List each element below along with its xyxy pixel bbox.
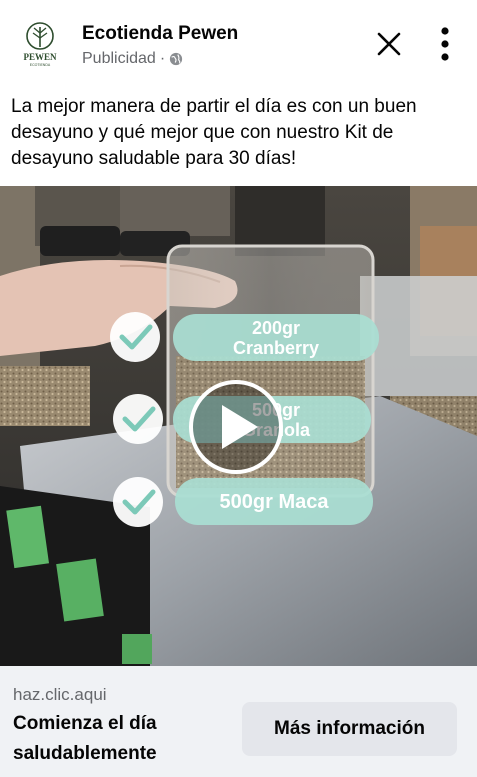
globe-icon: [170, 52, 183, 66]
tree-logo-icon: PEWEN ECOTIENDA: [23, 22, 57, 67]
page-avatar[interactable]: PEWEN ECOTIENDA: [14, 16, 66, 68]
checklist-item: 200gr Cranberry: [110, 312, 379, 362]
learn-more-button[interactable]: Más información: [242, 702, 457, 756]
play-icon[interactable]: [189, 380, 283, 474]
video-frame: 200gr Cranberry 500gr Granola 500gr Maca: [0, 186, 477, 666]
meta-separator: ·: [159, 50, 166, 67]
close-icon[interactable]: [372, 27, 406, 61]
checklist-item: 500gr Maca: [113, 477, 373, 527]
video-player[interactable]: 200gr Cranberry 500gr Granola 500gr Maca: [0, 186, 477, 666]
sponsored-label[interactable]: Publicidad: [82, 50, 156, 68]
more-vertical-icon[interactable]: [432, 25, 458, 63]
checklist-line2: Cranberry: [233, 338, 319, 358]
post-meta: Publicidad ·: [82, 50, 183, 68]
page-name[interactable]: Ecotienda Pewen: [82, 23, 238, 45]
logo-subtext: ECOTIENDA: [30, 63, 51, 67]
link-domain: haz.clic.aqui: [13, 685, 107, 704]
link-headline: Comienza el día saludablemente: [13, 713, 157, 764]
post-header: PEWEN ECOTIENDA Ecotienda Pewen Publicid…: [0, 0, 477, 88]
link-preview-footer[interactable]: haz.clic.aqui Comienza el día saludablem…: [0, 666, 477, 777]
post-text: La mejor manera de partir el día es con …: [11, 96, 417, 169]
checklist-line1: 200gr: [252, 318, 300, 338]
logo-text: PEWEN: [23, 52, 57, 62]
checklist-line1: 500gr Maca: [220, 491, 330, 513]
